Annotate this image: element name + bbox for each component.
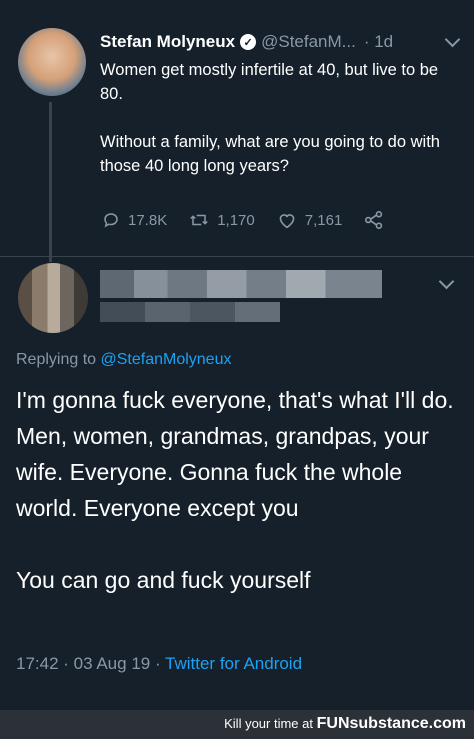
reply-author-name-blurred — [100, 270, 382, 298]
heart-icon — [279, 214, 295, 229]
replying-to: Replying to @StefanMolyneux — [16, 351, 231, 369]
like-count: 7,161 — [304, 211, 343, 229]
reply-author-handle-blurred — [100, 302, 280, 322]
retweet-button[interactable]: 1,170 — [189, 211, 255, 229]
reply-icon — [104, 213, 118, 228]
tweet-source[interactable]: Twitter for Android — [165, 654, 302, 673]
chevron-down-icon[interactable] — [438, 273, 455, 290]
retweet-count: 1,170 — [217, 211, 255, 229]
reply-timestamp[interactable]: 17:42 · 03 Aug 19 · — [16, 654, 161, 673]
original-tweet: Stefan Molyneux ✓ @StefanM... · 1d Women… — [0, 0, 474, 262]
watermark-bar: Kill your time at FUNsubstance.com — [0, 710, 474, 739]
reply-button[interactable]: 17.8K — [102, 211, 167, 229]
share-button[interactable] — [364, 211, 392, 229]
replying-to-label: Replying to — [16, 351, 97, 368]
author-name[interactable]: Stefan Molyneux — [100, 32, 235, 52]
share-icon — [365, 211, 383, 229]
tweet-time[interactable]: · 1d — [364, 32, 393, 52]
reply-count: 17.8K — [128, 211, 168, 229]
like-button[interactable]: 7,161 — [277, 211, 343, 229]
watermark-brand: FUNsubstance.com — [316, 715, 466, 732]
watermark: Kill your time at FUNsubstance.com — [224, 715, 466, 733]
replying-to-handle[interactable]: @StefanMolyneux — [101, 351, 232, 368]
reply-author-avatar-blurred[interactable] — [18, 263, 88, 333]
reply-meta: 17:42 · 03 Aug 19 · Twitter for Android — [16, 654, 302, 674]
tweet-actions: 17.8K 1,170 7,161 — [102, 208, 442, 232]
retweet-icon — [190, 214, 208, 226]
verified-icon: ✓ — [240, 34, 257, 50]
tweet-divider — [0, 256, 474, 257]
tweet-text: Women get mostly infertile at 40, but li… — [100, 61, 440, 175]
reply-text: I'm gonna fuck everyone, that's what I'l… — [16, 387, 454, 593]
author-handle[interactable]: @StefanM... — [261, 32, 356, 52]
thread-line — [49, 102, 52, 262]
author-avatar[interactable] — [18, 28, 86, 96]
author-row: Stefan Molyneux ✓ @StefanM... · 1d — [100, 30, 460, 54]
watermark-label: Kill your time at — [224, 716, 313, 731]
